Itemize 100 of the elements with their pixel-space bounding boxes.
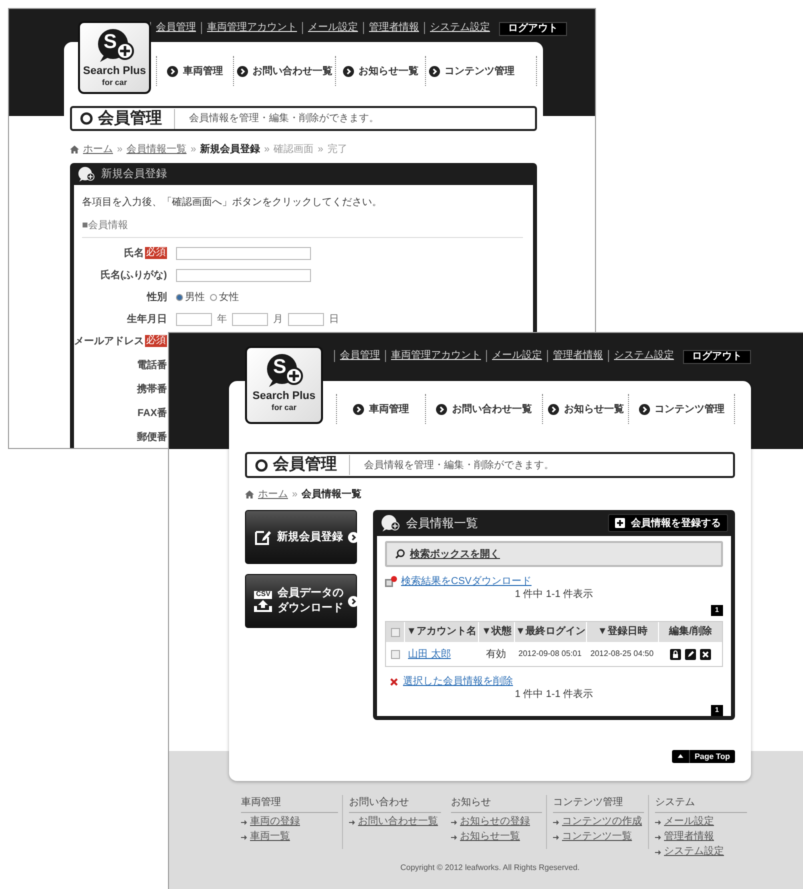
side-button[interactable]: 新規会員登録 <box>245 510 357 564</box>
logo-title: Search Plus <box>252 390 316 403</box>
footer-link[interactable]: お問い合わせ一覧 <box>349 816 441 828</box>
chevron-circle-icon <box>236 66 248 76</box>
table-cell-text: 有効 <box>485 648 507 662</box>
logout-button[interactable]: ログアウト <box>683 350 751 364</box>
arrow-right-icon <box>241 834 247 840</box>
text-input[interactable] <box>176 246 311 260</box>
nav-link[interactable]: コンテンツ管理 <box>628 394 734 424</box>
breadcrumb-step: 完了 <box>327 142 348 156</box>
page-description: 会員情報を管理・編集・削除ができます。 <box>364 458 554 472</box>
search-icon <box>395 549 405 559</box>
close-icon[interactable] <box>700 648 710 660</box>
chevron-circle-icon <box>548 404 559 414</box>
footer-heading: システム <box>655 795 747 813</box>
header-link[interactable]: システム設定 <box>424 22 495 34</box>
nav-link[interactable]: お知らせ一覧 <box>335 56 425 86</box>
arrow-right-icon <box>553 834 559 840</box>
csv-download-link[interactable]: 検索結果をCSVダウンロード <box>401 574 532 589</box>
date-input[interactable] <box>232 312 268 326</box>
nav-link[interactable]: 車両管理 <box>156 56 233 86</box>
header-link[interactable]: 管理者情報 <box>547 350 608 362</box>
chevron-circle-icon <box>348 532 359 542</box>
footer-link[interactable]: 管理者情報 <box>655 831 747 843</box>
speech-bubble-icon <box>264 352 304 390</box>
date-unit: 月 <box>273 312 283 326</box>
footer-link[interactable]: システム設定 <box>655 846 747 858</box>
delete-selected-link[interactable]: 選択した会員情報を削除 <box>403 674 513 689</box>
breadcrumb-link[interactable]: ホーム <box>258 486 288 502</box>
chevron-circle-icon <box>342 66 354 76</box>
footer-link[interactable]: お知らせ一覧 <box>451 831 542 843</box>
table-cell-text: 2012-09-08 05:01 <box>517 648 583 660</box>
breadcrumb-link[interactable]: 会員情報一覧 <box>126 142 187 156</box>
footer-heading: お知らせ <box>451 795 542 813</box>
breadcrumb-separator: » <box>292 488 298 502</box>
logo-letter: S <box>273 355 286 380</box>
logout-button[interactable]: ログアウト <box>499 22 567 36</box>
arrow-right-icon <box>241 820 247 824</box>
speech-bubble-icon <box>77 166 95 182</box>
header-link[interactable]: メール設定 <box>302 22 363 34</box>
nav-link[interactable]: 車両管理 <box>336 394 425 424</box>
ring-icon <box>80 112 93 125</box>
arrow-right-icon <box>655 820 661 824</box>
footer-heading: 車両管理 <box>241 795 338 813</box>
cross-icon <box>390 678 398 686</box>
page-description: 会員情報を管理・編集・削除ができます。 <box>189 112 379 126</box>
add-member-button[interactable]: 会員情報を登録する <box>608 514 728 532</box>
footer-link[interactable]: コンテンツ一覧 <box>553 831 644 843</box>
date-unit: 年 <box>217 312 227 326</box>
breadcrumb-step: 確認画面 <box>274 142 314 156</box>
field-label: 氏名 <box>124 246 144 260</box>
chevron-circle-icon <box>167 66 178 76</box>
date-input[interactable] <box>288 312 324 326</box>
breadcrumb-separator: » <box>190 142 196 156</box>
text-input[interactable] <box>176 268 311 282</box>
nav-link[interactable]: コンテンツ管理 <box>425 56 517 86</box>
arrow-right-icon <box>553 820 559 824</box>
header-link[interactable]: 管理者情報 <box>363 22 424 34</box>
document-icon <box>385 576 397 587</box>
field-label: 携帯番 <box>137 382 167 396</box>
footer-link[interactable]: 車両の登録 <box>241 816 338 828</box>
footer-heading: お問い合わせ <box>349 795 441 813</box>
table-cell-text: 2012-08-25 04:50 <box>589 648 655 660</box>
logo-subtitle: for car <box>272 403 296 413</box>
header-link[interactable]: 会員管理 <box>334 350 385 362</box>
footer-heading: コンテンツ管理 <box>553 795 644 813</box>
upload-tray-icon <box>254 600 272 612</box>
footer-link[interactable]: メール設定 <box>655 816 747 828</box>
required-badge: 必須 <box>145 335 167 347</box>
page-title: 会員管理 <box>273 455 350 475</box>
field-label: 生年月日 <box>127 312 167 326</box>
radio-option[interactable]: 女性 <box>210 290 239 304</box>
breadcrumb-separator: » <box>318 142 324 156</box>
page-top-button[interactable]: Page Top <box>672 750 735 763</box>
footer-link[interactable]: お知らせの登録 <box>451 816 542 828</box>
header-link[interactable]: メール設定 <box>486 350 547 362</box>
checkbox[interactable] <box>390 650 400 658</box>
field-label: 電話番 <box>137 358 167 372</box>
footer-link[interactable]: 車両一覧 <box>241 831 338 843</box>
plus-icon <box>615 518 625 528</box>
nav-link[interactable]: お知らせ一覧 <box>542 394 628 424</box>
header-link[interactable]: 車両管理アカウント <box>201 22 302 34</box>
breadcrumb-separator: » <box>117 142 123 156</box>
date-input[interactable] <box>176 312 212 326</box>
nav-link[interactable]: お問い合わせ一覧 <box>424 394 542 424</box>
logo-title: Search Plus <box>83 65 146 78</box>
chevron-circle-icon <box>436 404 448 414</box>
pencil-icon[interactable] <box>684 648 696 660</box>
home-icon <box>245 490 254 498</box>
header-link[interactable]: システム設定 <box>608 350 679 362</box>
arrow-right-icon <box>451 834 457 840</box>
account-link[interactable]: 山田 太郎 <box>404 646 478 662</box>
nav-link[interactable]: お問い合わせ一覧 <box>233 56 335 86</box>
radio-option[interactable]: 男性 <box>176 290 205 304</box>
footer-link[interactable]: コンテンツの作成 <box>553 816 644 828</box>
checkbox[interactable] <box>390 628 400 636</box>
header-link[interactable]: 車両管理アカウント <box>385 350 486 362</box>
search-toggle[interactable]: 検索ボックスを開く <box>385 541 723 567</box>
breadcrumb-link[interactable]: ホーム <box>83 142 113 156</box>
lock-icon[interactable] <box>670 648 680 660</box>
